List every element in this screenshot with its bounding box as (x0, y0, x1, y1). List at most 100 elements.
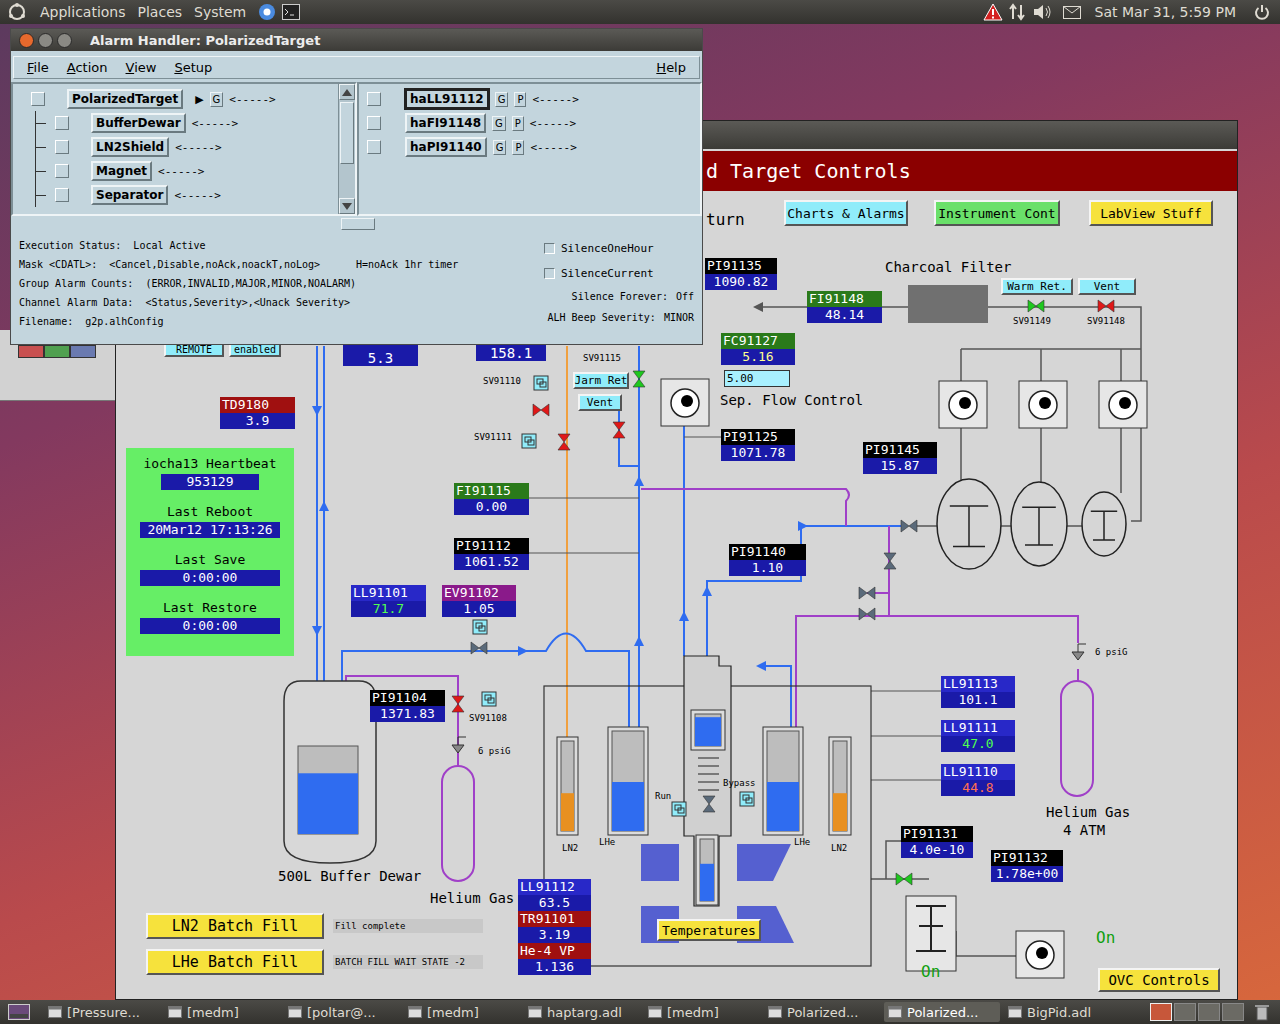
display-button[interactable]: Vent (1078, 278, 1136, 295)
group-button[interactable]: Separator (91, 185, 168, 205)
display-button[interactable]: Instrument Cont (934, 200, 1060, 226)
window-button[interactable] (18, 345, 44, 358)
readout-label: PI91104 (370, 690, 445, 706)
process-button[interactable]: P (512, 140, 524, 155)
heartbeat-label: Last Save (175, 552, 245, 567)
guidance-button[interactable]: G (492, 116, 506, 131)
panel-menu[interactable]: System (188, 4, 252, 20)
display-button[interactable]: Jarm Ret (573, 372, 629, 389)
taskbar-label: [poltar@... (307, 1005, 376, 1020)
turbo-frame (906, 896, 956, 971)
taskbar-item[interactable]: [medm] (164, 1002, 280, 1022)
taskbar-item[interactable]: [poltar@... (284, 1002, 400, 1022)
power-icon[interactable] (1254, 4, 1270, 20)
scroll-up-icon[interactable] (339, 84, 355, 100)
workspace[interactable] (1174, 1003, 1196, 1021)
display-button[interactable]: Temperatures (657, 919, 761, 941)
display-button[interactable]: Warm Ret. (1001, 278, 1073, 295)
alarm-status-box (31, 92, 45, 106)
diagram-label: Sep. Flow Control (720, 392, 863, 409)
readout: LL9111147.0 (941, 720, 1015, 752)
close-button[interactable] (19, 33, 34, 48)
workspace[interactable] (1198, 1003, 1220, 1021)
valve-half (1098, 300, 1106, 312)
taskbar-item[interactable]: [medm] (404, 1002, 520, 1022)
menu-item[interactable]: Action (58, 60, 117, 75)
process-button[interactable]: P (512, 116, 524, 131)
diagram-label: 500L Buffer Dewar (278, 868, 421, 885)
display-button[interactable]: Charts & Alarms (784, 200, 908, 226)
menu-item[interactable]: Setup (165, 60, 221, 75)
maximize-button[interactable] (57, 33, 72, 48)
icon-glyph (540, 382, 546, 387)
channel-button[interactable]: haPI91140 (405, 137, 487, 157)
display-button[interactable]: LabView Stuff (1089, 200, 1213, 226)
taskbar-item[interactable]: [medm] (644, 1002, 760, 1022)
scroll-down-icon[interactable] (339, 198, 355, 214)
readout: PI911251071.78 (721, 429, 795, 461)
help-menu[interactable]: Help (647, 60, 695, 75)
channel-button[interactable]: haLL91112 (405, 89, 489, 109)
channel-button[interactable]: haFI91148 (405, 113, 486, 133)
valve-label: SV91108 (469, 713, 507, 724)
taskbar-item[interactable]: haptarg.adl (524, 1002, 640, 1022)
display-button: LHe Batch Fill (146, 949, 324, 975)
minimize-button[interactable] (38, 33, 53, 48)
window-button[interactable] (44, 345, 70, 358)
valve-label: Bypass (723, 778, 756, 789)
flow-arrow-icon (312, 406, 322, 416)
menu-item[interactable]: File (18, 60, 58, 75)
workspace[interactable] (1150, 1003, 1172, 1021)
group-button[interactable]: BufferDewar (91, 113, 186, 133)
guidance-button[interactable]: G (495, 92, 509, 107)
regulator-stem (1078, 644, 1086, 652)
valve-label: SV91148 (1087, 316, 1125, 327)
taskbar-label: [medm] (187, 1005, 239, 1020)
alarm-count: <-----> (229, 93, 275, 106)
workspace[interactable] (1222, 1003, 1244, 1021)
group-button[interactable]: PolarizedTarget (67, 89, 183, 109)
show-desktop-icon[interactable] (8, 1004, 30, 1020)
readout-label: FC91127 (721, 333, 795, 349)
heartbeat-count: 953129 (161, 474, 259, 490)
window-button[interactable] (70, 345, 96, 358)
terminal-icon[interactable] (282, 4, 300, 20)
display-button[interactable]: OVC Controls (1098, 968, 1220, 992)
group-button[interactable]: Magnet (91, 161, 152, 181)
group-button[interactable]: LN2Shield (91, 137, 169, 157)
taskbar-item[interactable]: [Pressure... (44, 1002, 160, 1022)
silence-checkbox[interactable] (544, 243, 555, 254)
guidance-button[interactable]: G (493, 140, 507, 155)
diagram-label: 4 ATM (1063, 822, 1105, 839)
diagram-label: On (1096, 928, 1115, 947)
display-button[interactable]: LN2 Batch Fill (146, 913, 324, 939)
taskbar-item[interactable]: Polarized... (764, 1002, 880, 1022)
setpoint-input[interactable]: 5.00 (724, 370, 790, 387)
panel-menu[interactable]: Places (132, 4, 189, 20)
scroll-thumb[interactable] (341, 218, 375, 230)
silence-checkbox[interactable] (544, 268, 555, 279)
heat-exchanger (698, 758, 719, 790)
display-button[interactable]: LHe Batch Fill (146, 949, 324, 975)
taskbar-item[interactable]: Polarized... (884, 1002, 1000, 1022)
tank-inner (695, 714, 721, 746)
menu-item[interactable]: View (117, 60, 166, 75)
panel-menu[interactable]: Applications (34, 4, 132, 20)
pump-icon (1016, 931, 1064, 978)
readout-label: He-4 VP (518, 943, 591, 959)
magnet-coil (641, 844, 679, 881)
trash-icon[interactable] (1254, 1003, 1270, 1021)
display-button[interactable]: Vent (578, 394, 622, 411)
taskbar-item[interactable]: BigPid.adl (1004, 1002, 1120, 1022)
scrollbar[interactable] (338, 84, 355, 214)
silence-row: SilenceOneHour (544, 236, 694, 261)
readout-label: LL91110 (941, 764, 1015, 780)
expand-arrow[interactable]: ▶ (195, 93, 203, 106)
browser-icon[interactable] (258, 3, 276, 21)
clock[interactable]: Sat Mar 31, 5:59 PM (1089, 4, 1242, 20)
guidance-button[interactable]: G (210, 92, 224, 107)
alarm-status-box (55, 164, 69, 178)
valve-half (904, 873, 912, 885)
process-button[interactable]: P (514, 92, 526, 107)
scroll-thumb[interactable] (340, 102, 354, 164)
